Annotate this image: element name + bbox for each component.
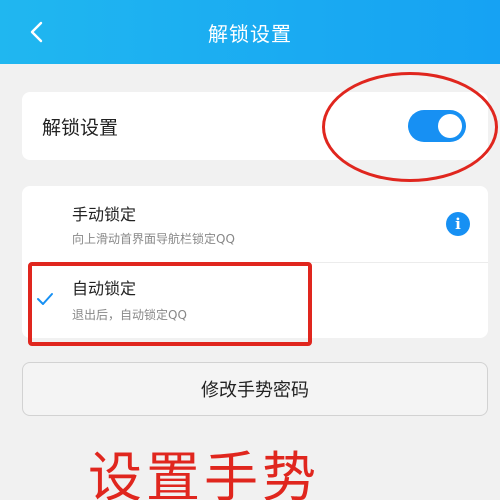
option-description: 向上滑动首界面导航栏锁定QQ (72, 232, 235, 246)
page-title: 解锁设置 (208, 21, 292, 46)
info-icon[interactable]: i (446, 212, 470, 236)
option-manual-lock[interactable]: 手动锁定 向上滑动首界面导航栏锁定QQ i (22, 186, 488, 262)
header-bar: 解锁设置 (0, 0, 500, 64)
annotation-highlight-box (28, 262, 312, 346)
change-gesture-password-button[interactable]: 修改手势密码 (22, 362, 488, 416)
annotation-caption: 设置手势 (88, 446, 320, 500)
unlock-setting-label: 解锁设置 (42, 116, 119, 139)
option-title: 手动锁定 (72, 205, 137, 224)
annotation-circle (322, 72, 498, 182)
